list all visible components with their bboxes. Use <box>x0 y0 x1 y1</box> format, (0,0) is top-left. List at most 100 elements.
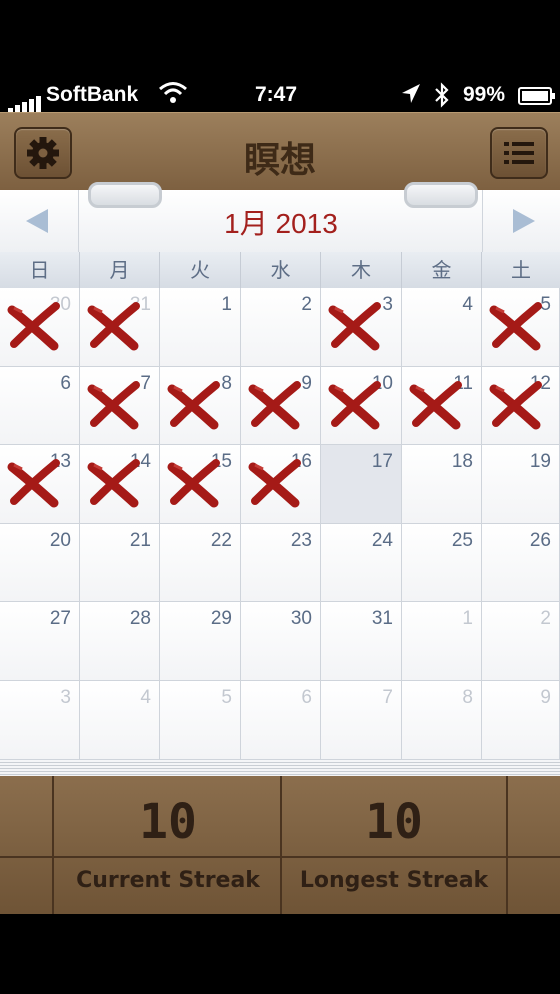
weekday-label: 火 <box>160 252 241 288</box>
calendar-grid: 30 31 1 2 3 4 5 6 7 8 9 10 11 12 13 14 15 16 17 18 19 20 21 22 2… <box>0 288 560 760</box>
weekday-label: 月 <box>80 252 160 288</box>
day-number: 19 <box>529 451 551 472</box>
day-cell[interactable]: 14 <box>80 445 160 524</box>
status-bar <box>0 0 560 80</box>
day-number: 18 <box>451 451 473 472</box>
day-cell[interactable]: 27 <box>0 602 80 681</box>
list-icon <box>504 142 534 164</box>
day-cell[interactable]: 31 <box>80 288 160 367</box>
day-number: 21 <box>129 530 151 551</box>
weekday-header: 日月火水木金 土 <box>0 252 560 289</box>
day-number: 2 <box>301 294 312 315</box>
day-cell[interactable]: 9 <box>482 681 560 760</box>
day-cell[interactable]: 16 <box>241 445 321 524</box>
day-number: 20 <box>49 530 71 551</box>
day-number: 8 <box>462 687 473 708</box>
current-streak-value: 10 <box>139 794 197 850</box>
day-number: 23 <box>290 530 312 551</box>
day-cell[interactable]: 13 <box>0 445 80 524</box>
day-cell[interactable]: 21 <box>80 524 160 602</box>
prev-month-button[interactable] <box>0 190 79 252</box>
day-cell[interactable]: 24 <box>321 524 402 602</box>
day-cell[interactable]: 1 <box>160 288 241 367</box>
month-label: 1月 2013 <box>224 208 338 239</box>
day-number: 28 <box>129 608 151 629</box>
current-streak-label: Current Streak <box>76 868 260 893</box>
battery-percent: 99% <box>463 83 506 106</box>
longest-streak-label: Longest Streak <box>299 868 489 893</box>
bluetooth-icon <box>432 82 452 108</box>
wifi-icon <box>158 80 188 106</box>
day-number: 5 <box>221 687 232 708</box>
day-number: 31 <box>371 608 393 629</box>
day-number: 1 <box>221 294 232 315</box>
longest-streak-value: 10 <box>365 794 423 850</box>
day-cell[interactable]: 5 <box>482 288 560 367</box>
day-cell[interactable]: 10 <box>321 367 402 445</box>
day-cell[interactable]: 12 <box>482 367 560 445</box>
carrier-label: SoftBank <box>46 83 139 106</box>
day-number: 1 <box>462 608 473 629</box>
day-number: 2 <box>540 608 551 629</box>
day-cell[interactable]: 4 <box>80 681 160 760</box>
done-x-mark <box>248 381 301 430</box>
right-arrow-icon <box>513 209 535 233</box>
next-month-button[interactable] <box>482 190 560 252</box>
weekday-label: 日 <box>0 252 80 288</box>
done-x-mark <box>328 302 381 351</box>
day-cell[interactable]: 6 <box>241 681 321 760</box>
day-cell[interactable]: 8 <box>160 367 241 445</box>
day-cell[interactable]: 18 <box>402 445 482 524</box>
nav-bar: 瞑想 <box>0 112 560 191</box>
day-cell[interactable]: 23 <box>241 524 321 602</box>
day-cell[interactable]: 9 <box>241 367 321 445</box>
weekday-label: 土 <box>511 258 531 282</box>
done-x-mark <box>87 302 140 351</box>
day-cell[interactable]: 28 <box>80 602 160 681</box>
day-cell[interactable]: 15 <box>160 445 241 524</box>
day-number: 4 <box>140 687 151 708</box>
day-cell[interactable]: 7 <box>321 681 402 760</box>
day-number: 6 <box>60 373 71 394</box>
day-number: 26 <box>529 530 551 551</box>
done-x-mark <box>167 459 220 508</box>
signal-icon <box>8 88 43 114</box>
day-cell[interactable]: 30 <box>241 602 321 681</box>
done-x-mark <box>489 302 542 351</box>
day-number: 3 <box>60 687 71 708</box>
day-cell[interactable]: 3 <box>321 288 402 367</box>
done-x-mark <box>7 302 60 351</box>
day-cell[interactable]: 8 <box>402 681 482 760</box>
day-cell[interactable]: 26 <box>482 524 560 602</box>
day-number: 30 <box>290 608 312 629</box>
day-cell[interactable]: 3 <box>0 681 80 760</box>
day-number: 17 <box>371 451 393 472</box>
page-stack <box>0 760 560 776</box>
day-number: 9 <box>540 687 551 708</box>
day-cell[interactable]: 5 <box>160 681 241 760</box>
day-number: 24 <box>371 530 393 551</box>
day-cell[interactable]: 2 <box>482 602 560 681</box>
done-x-mark <box>87 459 140 508</box>
day-cell[interactable]: 30 <box>0 288 80 367</box>
day-cell[interactable]: 31 <box>321 602 402 681</box>
weekday-label: 金 <box>402 252 482 288</box>
day-cell[interactable]: 7 <box>80 367 160 445</box>
day-cell[interactable]: 4 <box>402 288 482 367</box>
day-cell[interactable]: 22 <box>160 524 241 602</box>
day-cell[interactable]: 19 <box>482 445 560 524</box>
day-cell[interactable]: 29 <box>160 602 241 681</box>
binder-clip <box>88 182 162 208</box>
weekday-label: 木 <box>321 252 402 288</box>
list-button[interactable] <box>490 127 548 179</box>
day-number: 7 <box>382 687 393 708</box>
day-cell[interactable]: 11 <box>402 367 482 445</box>
day-cell[interactable]: 25 <box>402 524 482 602</box>
day-number: 6 <box>301 687 312 708</box>
day-cell[interactable]: 20 <box>0 524 80 602</box>
day-cell[interactable]: 2 <box>241 288 321 367</box>
day-cell[interactable]: 1 <box>402 602 482 681</box>
day-cell[interactable]: 6 <box>0 367 80 445</box>
day-cell-today[interactable]: 17 <box>321 445 402 524</box>
done-x-mark <box>328 381 381 430</box>
